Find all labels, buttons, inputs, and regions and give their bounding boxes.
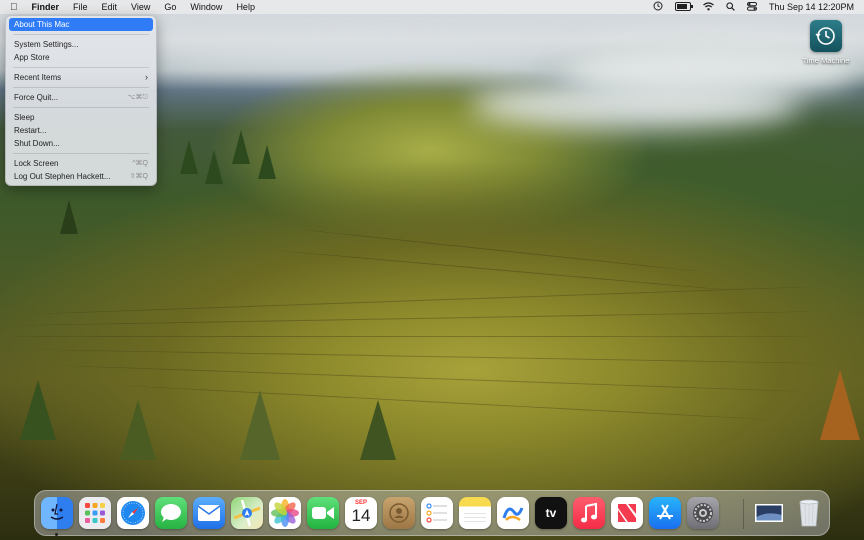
trash-icon: [799, 499, 819, 527]
safari-icon: [121, 501, 145, 525]
menu-item-sleep[interactable]: Sleep: [9, 111, 153, 124]
dock-news[interactable]: [611, 497, 643, 529]
dock-separator: [743, 499, 744, 529]
dock-contacts[interactable]: [383, 497, 415, 529]
dock-safari[interactable]: [117, 497, 149, 529]
menu-file[interactable]: File: [73, 2, 88, 12]
reminders-icon: [426, 503, 447, 523]
spotlight-search-icon[interactable]: [726, 1, 735, 13]
menu-item-label: App Store: [14, 53, 50, 62]
menu-window[interactable]: Window: [190, 2, 222, 12]
menu-item-shortcut: ⌥⌘⎋: [127, 94, 148, 101]
menu-item-label: About This Mac: [14, 20, 70, 29]
news-icon: [618, 504, 636, 522]
maps-icon: [234, 500, 260, 526]
dock-freeform[interactable]: [497, 497, 529, 529]
control-center-icon[interactable]: [746, 1, 757, 13]
dock-music[interactable]: [573, 497, 605, 529]
menu-item-shortcut: ^⌘Q: [132, 160, 148, 167]
messages-icon: [161, 504, 181, 522]
menu-separator: [13, 153, 149, 154]
menu-item-label: Lock Screen: [14, 159, 59, 168]
menu-item-shortcut: ⇧⌘Q: [129, 173, 148, 180]
time-machine-label: Time Machine: [802, 56, 850, 65]
menu-separator: [13, 87, 149, 88]
dock-launchpad[interactable]: [79, 497, 111, 529]
menu-item-shut-down[interactable]: Shut Down...: [9, 137, 153, 150]
menu-item-recent-items[interactable]: Recent Items ›: [9, 71, 153, 84]
dock-tv[interactable]: tv: [535, 497, 567, 529]
dock-maps[interactable]: [231, 497, 263, 529]
dock-finder[interactable]: [41, 497, 73, 529]
menu-item-label: Log Out Stephen Hackett...: [14, 172, 111, 181]
finder-icon: [50, 503, 64, 520]
menu-item-lock-screen[interactable]: Lock Screen ^⌘Q: [9, 157, 153, 170]
dock-photos[interactable]: [269, 497, 301, 529]
dock-trash[interactable]: [793, 497, 825, 529]
menu-separator: [13, 34, 149, 35]
menu-edit[interactable]: Edit: [102, 2, 118, 12]
dock-running-indicator: [55, 533, 58, 536]
photos-icon: [271, 499, 299, 527]
menu-item-log-out[interactable]: Log Out Stephen Hackett... ⇧⌘Q: [9, 170, 153, 183]
mail-icon: [197, 505, 221, 521]
notes-icon: [464, 513, 486, 522]
dock-facetime[interactable]: [307, 497, 339, 529]
dock-messages[interactable]: [155, 497, 187, 529]
time-machine-desktop-icon[interactable]: Time Machine: [800, 20, 852, 65]
app-store-icon: [657, 504, 673, 520]
wifi-icon[interactable]: [703, 1, 714, 13]
menu-item-restart[interactable]: Restart...: [9, 124, 153, 137]
time-machine-icon: [810, 20, 842, 52]
menu-item-label: Restart...: [14, 126, 47, 135]
menu-item-label: Shut Down...: [14, 139, 60, 148]
facetime-icon: [312, 507, 334, 519]
launchpad-icon: [85, 503, 105, 523]
freeform-icon: [502, 507, 524, 522]
menu-item-label: Recent Items: [14, 73, 62, 82]
menu-item-app-store[interactable]: App Store: [9, 51, 153, 64]
time-machine-status-icon[interactable]: [653, 1, 663, 13]
calendar-day: 14: [351, 506, 371, 525]
apple-menu-dropdown: About This Mac System Settings... App St…: [5, 15, 157, 186]
menu-separator: [13, 107, 149, 108]
contacts-icon: [389, 503, 409, 523]
menu-item-system-settings[interactable]: System Settings...: [9, 38, 153, 51]
system-settings-icon: [693, 503, 713, 523]
dock: SEP 14 tv: [34, 490, 830, 536]
desktop-stack-icon: [755, 504, 783, 522]
music-icon: [581, 502, 597, 523]
menu-separator: [13, 67, 149, 68]
chevron-right-icon: ›: [145, 72, 148, 82]
dock-calendar[interactable]: SEP 14: [345, 497, 377, 529]
apple-menu-icon[interactable]: : [10, 2, 18, 13]
menu-go[interactable]: Go: [164, 2, 176, 12]
menu-view[interactable]: View: [131, 2, 150, 12]
menu-item-about-this-mac[interactable]: About This Mac: [9, 18, 153, 31]
battery-icon[interactable]: [674, 1, 693, 13]
dock-reminders[interactable]: [421, 497, 453, 529]
menu-item-label: Sleep: [14, 113, 35, 122]
menu-bar:  Finder File Edit View Go Window Help T…: [0, 0, 864, 14]
menu-item-force-quit[interactable]: Force Quit... ⌥⌘⎋: [9, 91, 153, 104]
dock-desktop-stack[interactable]: [753, 497, 785, 529]
dock-notes[interactable]: [459, 497, 491, 529]
menu-app-name[interactable]: Finder: [32, 2, 60, 12]
menu-clock[interactable]: Thu Sep 14 12:20PM: [769, 2, 854, 12]
menu-item-label: System Settings...: [14, 40, 79, 49]
menu-help[interactable]: Help: [236, 2, 255, 12]
dock-mail[interactable]: [193, 497, 225, 529]
dock-app-store[interactable]: [649, 497, 681, 529]
tv-icon: tv: [545, 506, 557, 520]
menu-item-label: Force Quit...: [14, 93, 59, 102]
dock-system-settings[interactable]: [687, 497, 719, 529]
